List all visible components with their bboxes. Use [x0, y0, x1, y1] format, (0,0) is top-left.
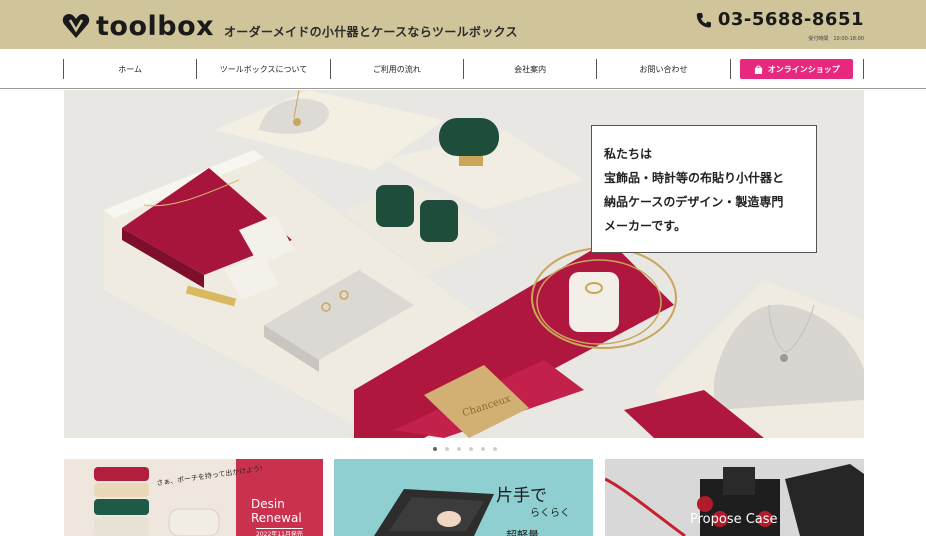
logo-text: toolbox — [96, 10, 215, 42]
online-shop-button[interactable]: オンラインショップ — [740, 59, 854, 79]
hero-line-2: 宝飾品・時計等の布貼り小什器と — [604, 171, 785, 185]
banner-tray-extra: 超軽量 — [506, 529, 539, 536]
logo[interactable]: toolbox — [62, 10, 215, 42]
banner-pouch-sub: 2022年11月発売 — [256, 528, 303, 536]
online-shop-label: オンラインショップ — [767, 64, 840, 74]
slider-dot[interactable] — [481, 447, 485, 451]
phone-icon — [696, 12, 711, 27]
hero-line-4: メーカーです。 — [604, 219, 687, 233]
header-bar: toolbox オーダーメイドの小什器とケースならツールボックス 03-5688… — [0, 0, 926, 49]
banner-pouch-title2: Renewal — [251, 511, 302, 525]
hero-line-1: 私たちは — [604, 147, 653, 161]
slider-dots — [433, 447, 505, 451]
slider-dot[interactable] — [493, 447, 497, 451]
slider-dot[interactable] — [433, 447, 437, 451]
banner-tray-title: 片手で — [496, 486, 547, 506]
nav-shop-cell: オンラインショップ — [729, 59, 864, 79]
shopping-bag-icon — [754, 64, 762, 74]
phone-text: 03-5688-8651 — [717, 9, 864, 30]
nav-home[interactable]: ホーム — [63, 59, 196, 79]
nav-divider — [0, 88, 926, 89]
slider-dot[interactable] — [469, 447, 473, 451]
hero-slider[interactable]: Chanceux 私たちは 宝飾品・時計等の布貼り小什器と 納品ケースのデザイン… — [64, 90, 864, 438]
nav-about[interactable]: ツールボックスについて — [196, 59, 329, 79]
hero-message-box: 私たちは 宝飾品・時計等の布貼り小什器と 納品ケースのデザイン・製造専門 メーカ… — [591, 125, 817, 253]
main-nav: ホーム ツールボックスについて ご利用の流れ 会社案内 お問い合わせ オンライン… — [63, 59, 864, 79]
banner-tray-sub: らくらく — [530, 508, 570, 519]
banner-propose-title: Propose Case — [690, 512, 778, 527]
slider-dot[interactable] — [445, 447, 449, 451]
nav-flow[interactable]: ご利用の流れ — [329, 59, 463, 79]
banner-tray[interactable]: 片手で らくらく 超軽量 — [334, 459, 593, 536]
tagline: オーダーメイドの小什器とケースならツールボックス — [224, 25, 518, 39]
nav-contact[interactable]: お問い合わせ — [596, 59, 729, 79]
tray-image — [334, 459, 593, 536]
heart-v-icon — [62, 14, 90, 38]
banner-propose[interactable]: Propose Case — [605, 459, 864, 536]
business-hours: 受付時間 10:00-18:00 — [808, 36, 864, 42]
phone-number[interactable]: 03-5688-8651 — [696, 9, 864, 30]
banner-pouch[interactable]: さぁ、ポーチを持って出かけよう! Desin Renewal 2022年11月発… — [64, 459, 323, 536]
banner-pouch-title1: Desin — [251, 497, 285, 511]
nav-company[interactable]: 会社案内 — [462, 59, 596, 79]
hero-line-3: 納品ケースのデザイン・製造専門 — [604, 195, 784, 209]
slider-dot[interactable] — [457, 447, 461, 451]
